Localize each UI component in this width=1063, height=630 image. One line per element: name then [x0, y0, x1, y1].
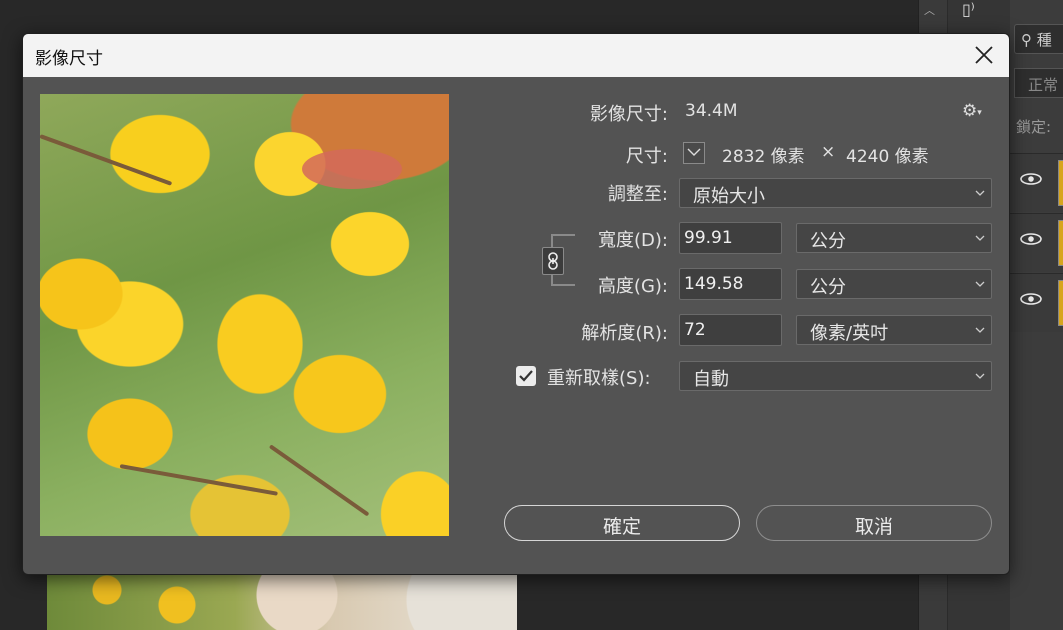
layer-thumbnail	[1058, 220, 1063, 266]
resolution-unit-select[interactable]: 像素/英吋	[796, 315, 992, 345]
dimensions-height-value: 4240 像素	[846, 147, 929, 167]
layer-row[interactable]	[1010, 213, 1063, 272]
chevron-down-icon	[975, 281, 985, 287]
fit-to-select[interactable]: 原始大小	[679, 178, 992, 208]
layer-search-field[interactable]: ⚲ 種	[1014, 24, 1063, 54]
preview-branch	[119, 464, 278, 496]
dialog-titlebar[interactable]: 影像尺寸	[23, 34, 1009, 77]
resolution-label: 解析度(R):	[581, 323, 668, 344]
gear-icon: ⚙	[962, 101, 978, 121]
chevron-down-icon	[975, 327, 985, 333]
resample-method-select[interactable]: 自動	[679, 361, 992, 391]
resample-checkbox[interactable]	[516, 366, 536, 386]
layer-thumbnail	[1058, 280, 1063, 326]
resolution-unit-value: 像素/英吋	[810, 323, 889, 344]
preview-branch	[40, 134, 173, 186]
close-button[interactable]	[971, 42, 997, 68]
lock-label: 鎖定:	[1016, 118, 1052, 136]
dimensions-width-value: 2832 像素	[722, 147, 805, 167]
cancel-button[interactable]: 取消	[756, 505, 992, 541]
chevron-down-icon: ▾	[977, 108, 982, 118]
height-label: 高度(G):	[597, 276, 668, 297]
link-icon	[548, 252, 558, 270]
layer-row[interactable]	[1010, 273, 1063, 332]
width-input[interactable]: 99.91	[679, 222, 782, 254]
eye-icon[interactable]	[1020, 233, 1042, 245]
chevron-down-icon	[687, 148, 701, 156]
eye-icon[interactable]	[1020, 293, 1042, 305]
blend-mode-value: 正常	[1028, 76, 1059, 94]
height-unit-select[interactable]: 公分	[796, 269, 992, 299]
panel-tool-icon[interactable]: ▯⁾	[962, 0, 986, 20]
image-size-label: 影像尺寸:	[589, 104, 668, 125]
scroll-up-icon[interactable]: ︿	[924, 2, 935, 18]
search-icon: ⚲	[1021, 31, 1032, 49]
fit-to-label: 調整至:	[607, 184, 668, 205]
chevron-down-icon	[975, 235, 985, 241]
layer-row[interactable]	[1010, 153, 1063, 212]
height-input[interactable]: 149.58	[679, 268, 782, 300]
link-bracket	[551, 234, 575, 248]
image-size-dialog: 影像尺寸 影像尺寸: 34.4M ⚙▾ 尺寸: 2832 像素 × 4240 像…	[22, 33, 1010, 575]
image-size-value: 34.4M	[685, 101, 738, 121]
width-label: 寬度(D):	[598, 230, 668, 251]
ok-button[interactable]: 確定	[504, 505, 740, 541]
image-preview[interactable]	[40, 94, 449, 536]
dimensions-label: 尺寸:	[625, 146, 668, 167]
constrain-proportions-button[interactable]	[542, 247, 564, 275]
chevron-down-icon	[975, 373, 985, 379]
dimensions-unit-dropdown[interactable]	[683, 142, 705, 164]
chevron-down-icon	[975, 190, 985, 196]
dimensions-separator: ×	[821, 142, 836, 162]
close-icon	[975, 46, 993, 64]
layer-search-text: 種	[1036, 31, 1052, 49]
resample-method-value: 自動	[693, 369, 729, 390]
fit-to-value: 原始大小	[693, 186, 765, 207]
resample-label[interactable]: 重新取樣(S):	[547, 364, 651, 390]
width-unit-value: 公分	[810, 231, 846, 252]
height-unit-value: 公分	[810, 277, 846, 298]
width-unit-select[interactable]: 公分	[796, 223, 992, 253]
settings-menu-button[interactable]: ⚙▾	[962, 101, 990, 121]
blend-mode-select[interactable]: 正常	[1014, 68, 1063, 98]
preview-branch	[268, 444, 370, 517]
layer-thumbnail	[1058, 160, 1063, 206]
resolution-input[interactable]: 72	[679, 314, 782, 346]
preview-lips	[302, 149, 402, 189]
eye-icon[interactable]	[1020, 173, 1042, 185]
checkmark-icon	[519, 370, 533, 382]
document-image	[47, 570, 517, 630]
dialog-title: 影像尺寸	[35, 49, 103, 69]
